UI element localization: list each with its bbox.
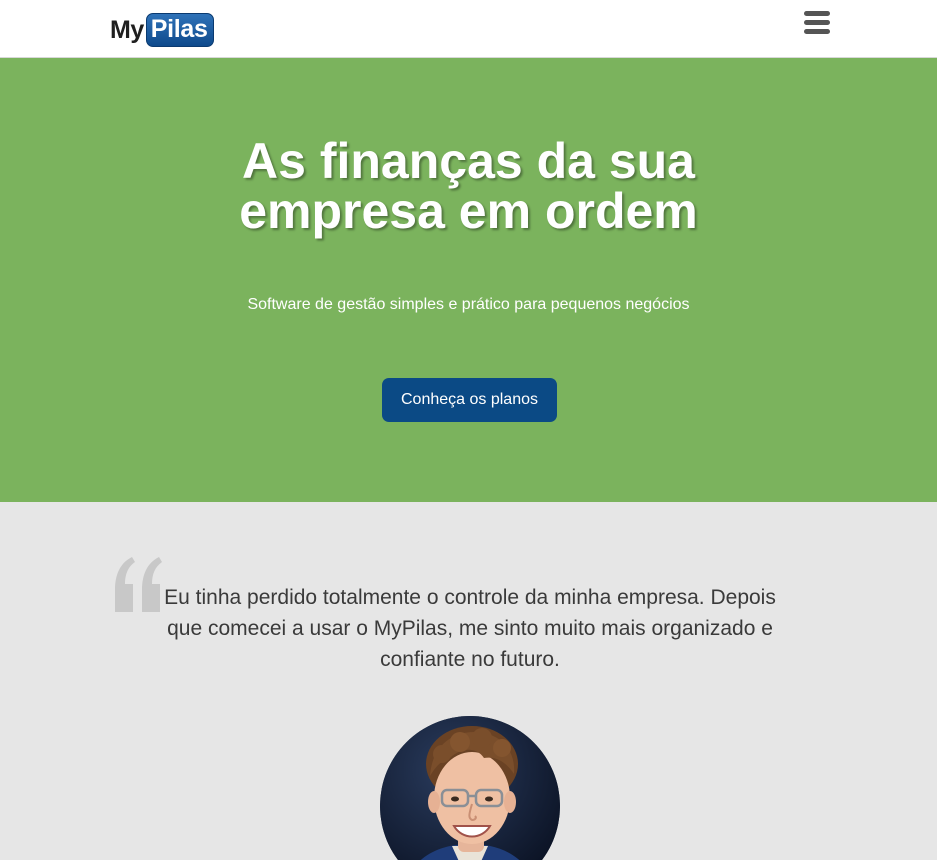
- menu-bar: [804, 29, 830, 34]
- logo[interactable]: My Pilas: [110, 12, 214, 48]
- menu-bar: [804, 20, 830, 25]
- hamburger-menu-icon[interactable]: [804, 11, 832, 35]
- navbar: My Pilas: [0, 0, 937, 58]
- testimonial-avatar: [380, 716, 560, 860]
- testimonial-quote: Eu tinha perdido totalmente o controle d…: [164, 586, 776, 671]
- hero-title: As finanças da sua empresa em ordem: [0, 136, 937, 236]
- hero-title-line-1: As finanças da sua: [242, 133, 695, 189]
- view-plans-button[interactable]: Conheça os planos: [382, 378, 557, 422]
- logo-badge: Pilas: [145, 13, 214, 47]
- testimonial-section: Eu tinha perdido totalmente o controle d…: [0, 502, 937, 860]
- menu-bar: [804, 11, 830, 16]
- avatar-portrait: [380, 716, 560, 860]
- hero-title-line-2: empresa em ordem: [239, 183, 698, 239]
- hero-section: As finanças da sua empresa em ordem Soft…: [0, 58, 937, 502]
- logo-text-pilas: Pilas: [150, 15, 208, 43]
- logo-text-my: My: [110, 15, 144, 44]
- hero-subtitle: Software de gestão simples e prático par…: [247, 296, 690, 313]
